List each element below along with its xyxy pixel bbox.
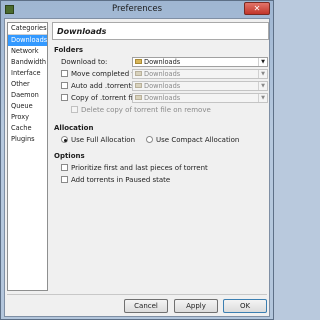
compact-allocation-label: Use Compact Allocation [156, 135, 240, 144]
copy-torrent-folder-select[interactable]: Downloads ▼ [132, 92, 268, 103]
delete-copy-label: Delete copy of torrent file on remove [81, 105, 211, 114]
move-completed-folder-select[interactable]: Downloads ▼ [132, 68, 268, 79]
auto-add-checkbox[interactable] [61, 82, 68, 89]
prioritize-label: Prioritize first and last pieces of torr… [71, 163, 208, 172]
copy-torrent-value: Downloads [144, 93, 181, 102]
chevron-down-icon[interactable]: ▼ [258, 93, 267, 102]
move-completed-checkbox[interactable] [61, 70, 68, 77]
download-to-folder-select[interactable]: Downloads ▼ [132, 56, 268, 67]
copy-torrent-checkbox[interactable] [61, 94, 68, 101]
move-completed-value: Downloads [144, 69, 181, 78]
sidebar-item-proxy[interactable]: Proxy [8, 112, 47, 123]
chevron-down-icon[interactable]: ▼ [258, 57, 267, 66]
page-title: Downloads [52, 22, 269, 40]
apply-button[interactable]: Apply [174, 299, 218, 313]
full-allocation-radio[interactable] [61, 136, 68, 143]
sidebar-item-bandwidth[interactable]: Bandwidth [8, 57, 47, 68]
chevron-down-icon[interactable]: ▼ [258, 69, 267, 78]
folder-icon [135, 59, 142, 64]
folder-icon [135, 83, 142, 88]
prioritize-checkbox[interactable] [61, 164, 68, 171]
prioritize-row: Prioritize first and last pieces of torr… [52, 162, 269, 173]
cancel-button[interactable]: Cancel [124, 299, 168, 313]
move-completed-label: Move completed to: [71, 69, 141, 78]
allocation-row: Use Full Allocation Use Compact Allocati… [52, 134, 269, 145]
folder-icon [135, 71, 142, 76]
sidebar-item-other[interactable]: Other [8, 79, 47, 90]
sidebar-item-downloads[interactable]: Downloads [8, 35, 47, 46]
download-to-label: Download to: [61, 57, 108, 66]
allocation-section-title: Allocation [54, 124, 94, 132]
chevron-down-icon[interactable]: ▼ [258, 81, 267, 90]
auto-add-row: Auto add .torrents from: Downloads ▼ [52, 80, 269, 91]
folders-section-title: Folders [54, 46, 84, 54]
sidebar-item-cache[interactable]: Cache [8, 123, 47, 134]
add-paused-label: Add torrents in Paused state [71, 175, 171, 184]
copy-torrent-row: Copy of .torrent files to: Downloads ▼ [52, 92, 269, 103]
dialog-body: Categories Downloads Network Bandwidth I… [4, 18, 270, 317]
add-paused-checkbox[interactable] [61, 176, 68, 183]
full-allocation-label: Use Full Allocation [71, 135, 136, 144]
close-button[interactable]: ✕ [244, 2, 270, 15]
sidebar-item-interface[interactable]: Interface [8, 68, 47, 79]
sidebar-item-plugins[interactable]: Plugins [8, 134, 47, 145]
delete-copy-checkbox[interactable] [71, 106, 78, 113]
auto-add-value: Downloads [144, 81, 181, 90]
folder-icon [135, 95, 142, 100]
sidebar-item-daemon[interactable]: Daemon [8, 90, 47, 101]
categories-header: Categories [8, 23, 47, 35]
delete-copy-row: Delete copy of torrent file on remove [52, 104, 269, 115]
download-to-row: Download to: Downloads ▼ [52, 56, 269, 67]
move-completed-row: Move completed to: Downloads ▼ [52, 68, 269, 79]
options-section-title: Options [54, 152, 85, 160]
download-to-value: Downloads [144, 57, 181, 66]
paused-row: Add torrents in Paused state [52, 174, 269, 185]
sidebar-item-network[interactable]: Network [8, 46, 47, 57]
compact-allocation-radio[interactable] [146, 136, 154, 143]
ok-button[interactable]: OK [223, 299, 267, 313]
sidebar-item-queue[interactable]: Queue [8, 101, 47, 112]
auto-add-folder-select[interactable]: Downloads ▼ [132, 80, 268, 91]
categories-list: Categories Downloads Network Bandwidth I… [7, 22, 48, 291]
downloads-panel: Downloads Folders Download to: Downloads… [52, 22, 269, 291]
preferences-window: Preferences ✕ Categories Downloads Netwo… [0, 0, 274, 320]
window-title: Preferences [112, 4, 162, 14]
button-separator [7, 294, 267, 295]
title-bar: Preferences ✕ [1, 1, 273, 18]
